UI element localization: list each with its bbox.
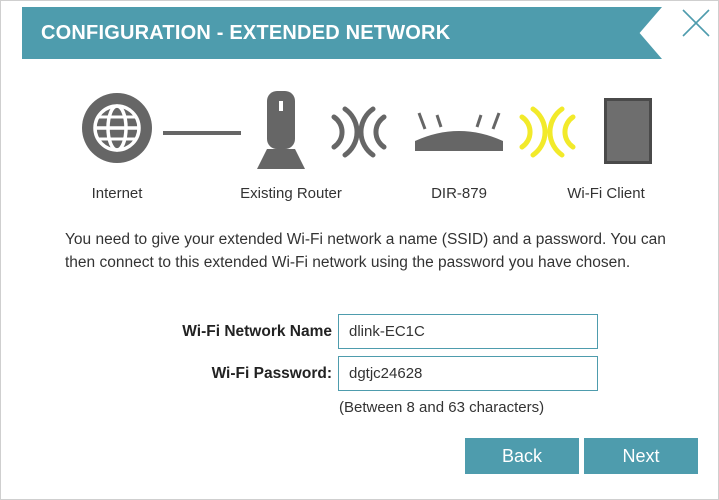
dir-879-label: DIR-879 [431, 185, 487, 202]
password-hint: (Between 8 and 63 characters) [339, 399, 545, 416]
wifi-client-label: Wi-Fi Client [567, 185, 645, 202]
ssid-label: Wi-Fi Network Name [182, 323, 332, 340]
close-icon[interactable] [679, 6, 713, 40]
instructions-text: You need to give your extended Wi-Fi net… [65, 231, 666, 271]
tablet-icon [604, 98, 652, 164]
back-button[interactable]: Back [465, 438, 579, 474]
router-icon [257, 91, 305, 169]
password-label: Wi-Fi Password: [211, 365, 332, 382]
internet-label: Internet [91, 185, 143, 202]
password-input[interactable] [338, 356, 598, 391]
next-button[interactable]: Next [584, 438, 698, 474]
extender-icon [415, 112, 503, 151]
globe-icon [82, 93, 152, 163]
page-title: CONFIGURATION - EXTENDED NETWORK [41, 22, 451, 44]
wifi-signal-icon [519, 106, 576, 158]
ssid-input[interactable] [338, 314, 598, 349]
page-header: CONFIGURATION - EXTENDED NETWORK [22, 7, 662, 59]
wifi-signal-icon [331, 106, 387, 158]
existing-router-label: Existing Router [240, 185, 342, 202]
network-diagram: Internet Existing Router DIR-879 Wi-Fi C… [1, 81, 719, 211]
setup-dialog: CONFIGURATION - EXTENDED NETWORK Interne… [0, 0, 719, 500]
